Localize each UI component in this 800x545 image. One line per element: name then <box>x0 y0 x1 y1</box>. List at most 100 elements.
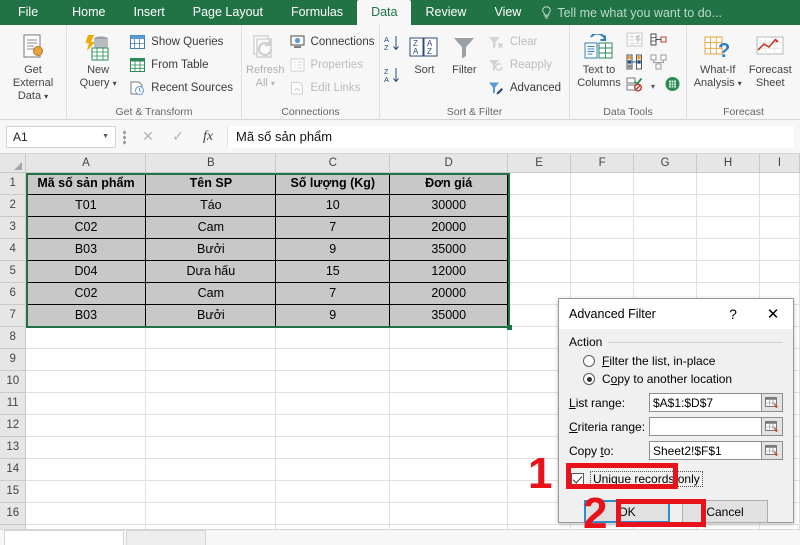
cell-b5[interactable]: Dưa hấu <box>145 259 277 283</box>
show-queries-button[interactable]: Show Queries <box>125 31 237 53</box>
insert-function-icon[interactable]: fx <box>193 126 223 148</box>
cell-d4[interactable]: 35000 <box>389 237 509 261</box>
column-header-i[interactable]: I <box>759 154 800 173</box>
cell-b2[interactable]: Táo <box>145 193 277 217</box>
cell-d6[interactable]: 20000 <box>389 281 509 305</box>
tab-insert[interactable]: Insert <box>120 0 179 25</box>
cell-a11[interactable] <box>25 392 147 415</box>
cell-d9[interactable] <box>389 348 509 371</box>
cell-a9[interactable] <box>25 348 147 371</box>
cell-f3[interactable] <box>570 216 635 239</box>
cell-d1[interactable]: Đơn giá <box>389 171 509 195</box>
get-external-data-button[interactable]: Get External Data ▾ <box>4 28 62 103</box>
consolidate-button[interactable] <box>662 76 682 96</box>
cell-g5[interactable] <box>633 260 698 283</box>
cell-i1[interactable] <box>759 172 800 195</box>
tell-me-box[interactable]: Tell me what you want to do... <box>535 2 730 25</box>
cell-a15[interactable] <box>25 480 147 503</box>
cell-i5[interactable] <box>759 260 800 283</box>
filter-button[interactable]: Filter <box>445 28 484 77</box>
range-picker-icon[interactable] <box>762 393 783 412</box>
cell-a2[interactable]: T01 <box>25 193 147 217</box>
row-header-1[interactable]: 1 <box>0 172 27 195</box>
cell-f4[interactable] <box>570 238 635 261</box>
cell-d10[interactable] <box>389 370 509 393</box>
filter-in-place-radio[interactable]: Filter the list, in-place <box>569 352 783 370</box>
enter-icon[interactable]: ✓ <box>163 126 193 148</box>
properties-button[interactable]: Properties <box>285 54 379 76</box>
cancel-icon[interactable]: ✕ <box>133 126 163 148</box>
row-header-3[interactable]: 3 <box>0 216 27 239</box>
cell-a3[interactable]: C02 <box>25 215 147 239</box>
data-validation-dropdown[interactable]: ▾ <box>648 76 658 96</box>
cancel-button[interactable]: Cancel <box>682 500 768 523</box>
cell-i2[interactable] <box>759 194 800 217</box>
row-header-9[interactable]: 9 <box>0 348 27 371</box>
column-header-b[interactable]: B <box>145 154 277 173</box>
row-header-12[interactable]: 12 <box>0 414 27 437</box>
row-header-6[interactable]: 6 <box>0 282 27 305</box>
cell-d16[interactable] <box>389 502 509 525</box>
column-header-e[interactable]: E <box>507 154 572 173</box>
sheet-tab-active[interactable] <box>4 530 124 545</box>
cell-d3[interactable]: 20000 <box>389 215 509 239</box>
cell-f2[interactable] <box>570 194 635 217</box>
cell-g3[interactable] <box>633 216 698 239</box>
remove-duplicates-button[interactable] <box>624 54 644 74</box>
cell-h3[interactable] <box>696 216 760 239</box>
cell-d5[interactable]: 12000 <box>389 259 509 283</box>
select-all-corner[interactable] <box>0 154 27 173</box>
cell-h2[interactable] <box>696 194 760 217</box>
cell-e1[interactable] <box>507 172 572 195</box>
cell-b6[interactable]: Cam <box>145 281 277 305</box>
unique-records-only-checkbox[interactable]: Unique records only <box>569 471 783 487</box>
tab-file[interactable]: File <box>0 0 58 25</box>
cell-h5[interactable] <box>696 260 760 283</box>
column-header-d[interactable]: D <box>389 154 509 173</box>
advanced-filter-button[interactable]: Advanced <box>484 77 565 99</box>
cell-c15[interactable] <box>275 480 391 503</box>
close-icon[interactable]: ✕ <box>753 299 793 329</box>
relationships-button[interactable] <box>648 32 668 52</box>
tab-view[interactable]: View <box>480 0 535 25</box>
cell-b12[interactable] <box>145 414 277 437</box>
cell-e2[interactable] <box>507 194 572 217</box>
cell-b7[interactable]: Bưởi <box>145 303 277 327</box>
cell-h4[interactable] <box>696 238 760 261</box>
column-header-f[interactable]: F <box>570 154 635 173</box>
tab-home[interactable]: Home <box>58 0 119 25</box>
reapply-button[interactable]: Reapply <box>484 54 565 76</box>
new-query-button[interactable]: New Query ▾ <box>71 28 125 90</box>
cell-c8[interactable] <box>275 326 391 349</box>
tab-page-layout[interactable]: Page Layout <box>179 0 277 25</box>
cell-g4[interactable] <box>633 238 698 261</box>
cell-d12[interactable] <box>389 414 509 437</box>
cell-b13[interactable] <box>145 436 277 459</box>
cell-g2[interactable] <box>633 194 698 217</box>
copy-to-input[interactable]: Sheet2!$F$1 <box>649 441 762 460</box>
flash-fill-button[interactable] <box>624 32 644 52</box>
cell-b15[interactable] <box>145 480 277 503</box>
row-header-10[interactable]: 10 <box>0 370 27 393</box>
cell-c16[interactable] <box>275 502 391 525</box>
cell-c9[interactable] <box>275 348 391 371</box>
forecast-sheet-button[interactable]: Forecast Sheet <box>744 28 796 90</box>
clear-filter-button[interactable]: Clear <box>484 31 565 53</box>
copy-to-another-location-radio[interactable]: Copy to another location <box>569 370 783 388</box>
cell-c13[interactable] <box>275 436 391 459</box>
recent-sources-button[interactable]: Recent Sources <box>125 77 237 99</box>
cell-c1[interactable]: Số lượng (Kg) <box>275 171 391 195</box>
cell-a7[interactable]: B03 <box>25 303 147 327</box>
edit-links-button[interactable]: Edit Links <box>285 77 379 99</box>
cell-a1[interactable]: Mã số sản phẩm <box>25 171 147 195</box>
row-header-8[interactable]: 8 <box>0 326 27 349</box>
refresh-all-button[interactable]: Refresh All ▾ <box>246 28 285 90</box>
cell-b11[interactable] <box>145 392 277 415</box>
cell-d7[interactable]: 35000 <box>389 303 509 327</box>
column-header-g[interactable]: G <box>633 154 698 173</box>
criteria-range-input[interactable] <box>649 417 762 436</box>
text-to-columns-button[interactable]: Text to Columns <box>574 28 624 90</box>
row-header-4[interactable]: 4 <box>0 238 27 261</box>
cell-b14[interactable] <box>145 458 277 481</box>
row-header-14[interactable]: 14 <box>0 458 27 481</box>
